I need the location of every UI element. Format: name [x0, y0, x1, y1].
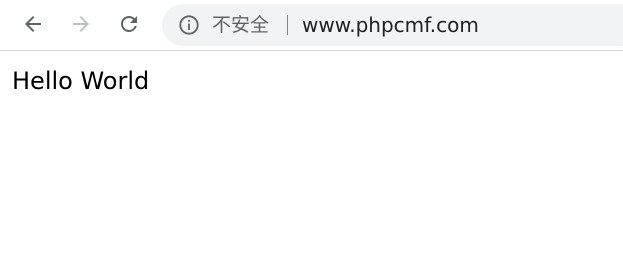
reload-icon — [121, 15, 137, 32]
arrow-right-icon — [73, 16, 89, 32]
reload-button[interactable] — [114, 9, 144, 39]
arrow-left-icon — [25, 16, 41, 32]
omnibox-divider — [287, 15, 288, 35]
info-icon[interactable] — [178, 14, 200, 36]
address-bar[interactable]: 不安全 www.phpcmf.com — [162, 4, 623, 46]
security-status-label[interactable]: 不安全 — [212, 13, 269, 37]
url-text[interactable]: www.phpcmf.com — [302, 13, 479, 37]
browser-toolbar: 不安全 www.phpcmf.com — [0, 0, 623, 51]
forward-button[interactable] — [66, 9, 96, 39]
back-button[interactable] — [18, 9, 48, 39]
page-body-text: Hello World — [12, 67, 150, 95]
